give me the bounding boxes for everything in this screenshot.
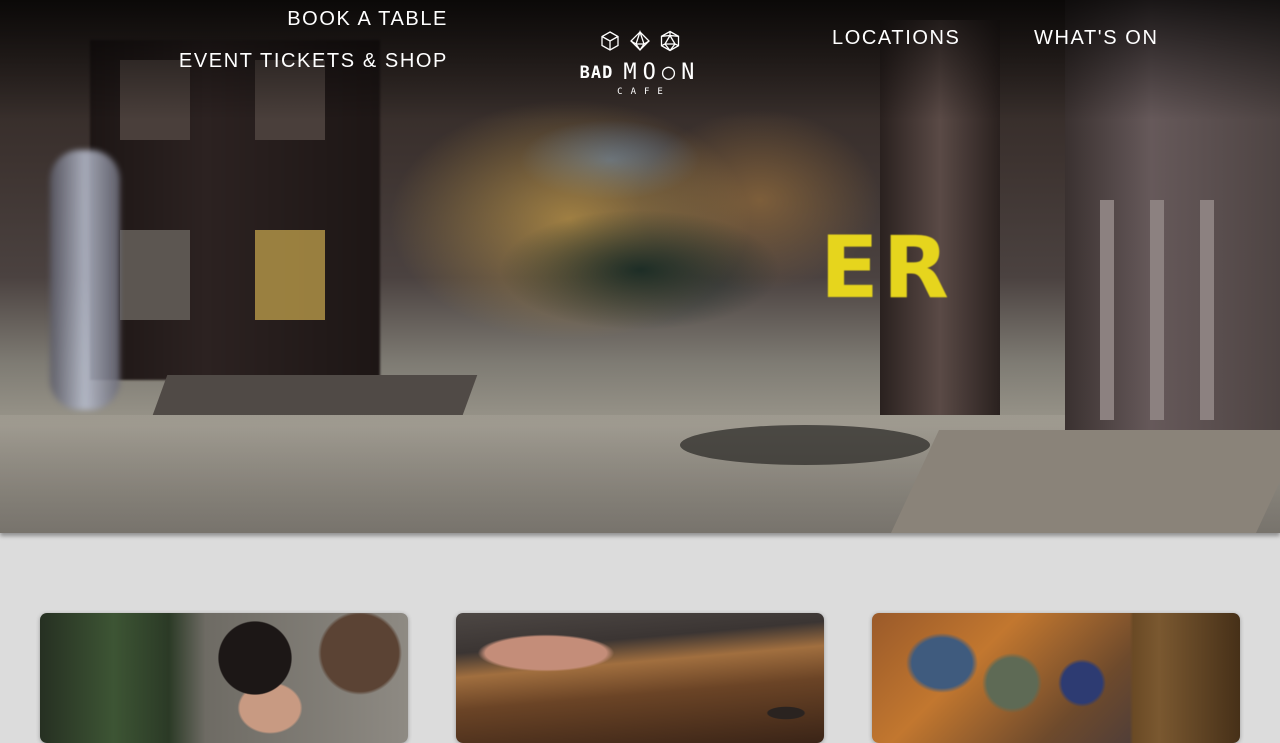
nav-book-a-table[interactable]: BOOK A TABLE	[287, 8, 448, 31]
cube-die-icon	[601, 31, 619, 51]
logo-word-cafe: CAFE	[617, 87, 671, 97]
logo-word-bad: BAD	[579, 62, 614, 83]
hero-base	[890, 430, 1280, 533]
bad-moon-cafe-logo[interactable]: BAD MO○N CAFE	[566, 30, 714, 114]
hero-headline: ER	[820, 218, 953, 318]
d20-die-icon	[660, 30, 680, 52]
card-hands-on-table[interactable]	[456, 613, 824, 743]
hero-railing	[1200, 200, 1214, 420]
nav-locations[interactable]: LOCATIONS	[832, 27, 961, 50]
hero-miniature-figure	[50, 150, 120, 410]
logo-word-moon: MO○N	[623, 60, 701, 85]
card-people-playing[interactable]	[40, 613, 408, 743]
nav-event-tickets-shop[interactable]: EVENT TICKETS & SHOP	[179, 50, 448, 73]
hero-base	[152, 375, 478, 415]
hero-railing	[1150, 200, 1164, 420]
hero-shadow	[680, 425, 930, 465]
card-wargaming-shelf[interactable]	[872, 613, 1240, 743]
nav-whats-on[interactable]: WHAT'S ON	[1034, 27, 1159, 50]
logo-dice	[566, 30, 714, 52]
hero-window	[120, 230, 190, 320]
hero-window	[255, 230, 325, 320]
hero-railing	[1100, 200, 1114, 420]
logo-wordmark: BAD MO○N	[566, 60, 714, 85]
d8-die-icon	[630, 30, 650, 51]
